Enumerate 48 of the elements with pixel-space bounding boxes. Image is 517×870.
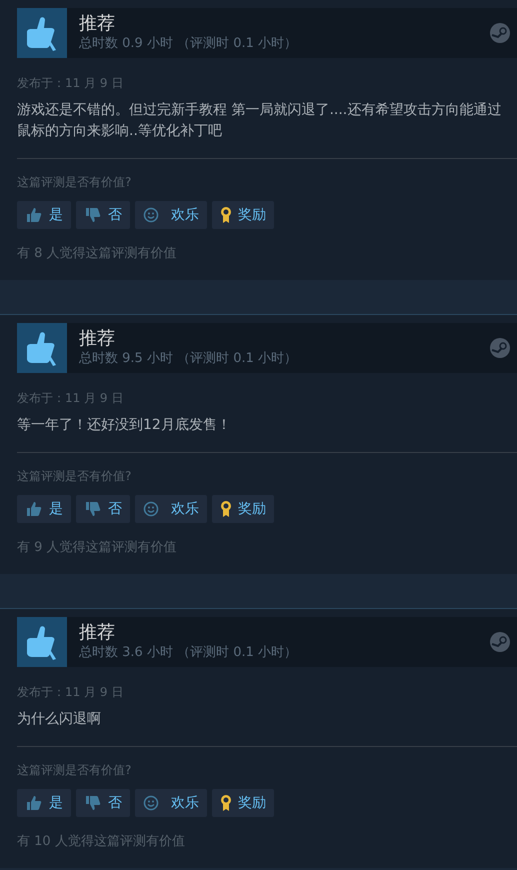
steam-logo-icon — [490, 23, 510, 43]
verdict-title: 推荐 — [79, 622, 116, 644]
vote-button[interactable]: 奖励 — [212, 495, 274, 523]
thumbs-up-icon — [25, 795, 43, 811]
review-text: 游戏还是不错的。但过完新手教程 第一局就闪退了....还有希望攻击方向能通过鼠标的方向来影响..等优化补丁吧 — [17, 101, 502, 141]
playtime-text: 总时数 3.6 小时 （评测时 0.1 小时） — [79, 644, 298, 662]
vote-button[interactable]: 欢乐 — [135, 495, 207, 523]
helpful-count: 有 9 人觉得这篇评测有价值 — [17, 539, 178, 557]
thumbs-up-icon — [17, 617, 67, 667]
vote-button[interactable]: 否 — [76, 201, 130, 229]
vote-button[interactable]: 欢乐 — [135, 789, 207, 817]
review-text: 等一年了！还好没到12月底发售！ — [17, 416, 232, 435]
verdict-title: 推荐 — [79, 13, 116, 35]
verdict-title: 推荐 — [79, 328, 116, 350]
smiley-icon — [143, 795, 159, 811]
playtime-text: 总时数 0.9 小时 （评测时 0.1 小时） — [79, 35, 298, 53]
vote-button[interactable]: 否 — [76, 495, 130, 523]
helpful-question: 这篇评测是否有价值? — [17, 468, 132, 485]
thumbs-up-icon — [17, 323, 67, 373]
award-ribbon-icon — [220, 794, 232, 812]
award-ribbon-icon — [220, 206, 232, 224]
vote-button[interactable]: 是 — [17, 789, 71, 817]
smiley-icon — [143, 207, 159, 223]
posted-date: 发布于：11 月 9 日 — [17, 684, 124, 701]
vote-button[interactable]: 欢乐 — [135, 201, 207, 229]
helpful-question: 这篇评测是否有价值? — [17, 174, 132, 191]
thumbs-up-icon — [25, 501, 43, 517]
helpful-count: 有 10 人觉得这篇评测有价值 — [17, 833, 186, 851]
review-text: 为什么闪退啊 — [17, 710, 102, 729]
posted-date: 发布于：11 月 9 日 — [17, 75, 124, 92]
thumbs-up-icon — [17, 8, 67, 58]
vote-button[interactable]: 是 — [17, 201, 71, 229]
playtime-text: 总时数 9.5 小时 （评测时 0.1 小时） — [79, 350, 298, 368]
vote-button[interactable]: 是 — [17, 495, 71, 523]
helpful-count: 有 8 人觉得这篇评测有价值 — [17, 245, 178, 263]
helpful-question: 这篇评测是否有价值? — [17, 762, 132, 779]
thumbs-down-icon — [84, 501, 102, 517]
vote-button[interactable]: 奖励 — [212, 789, 274, 817]
vote-button[interactable]: 奖励 — [212, 201, 274, 229]
thumbs-up-icon — [25, 207, 43, 223]
smiley-icon — [143, 501, 159, 517]
posted-date: 发布于：11 月 9 日 — [17, 390, 124, 407]
thumbs-down-icon — [84, 207, 102, 223]
steam-logo-icon — [490, 632, 510, 652]
vote-button[interactable]: 否 — [76, 789, 130, 817]
thumbs-down-icon — [84, 795, 102, 811]
award-ribbon-icon — [220, 500, 232, 518]
steam-logo-icon — [490, 338, 510, 358]
